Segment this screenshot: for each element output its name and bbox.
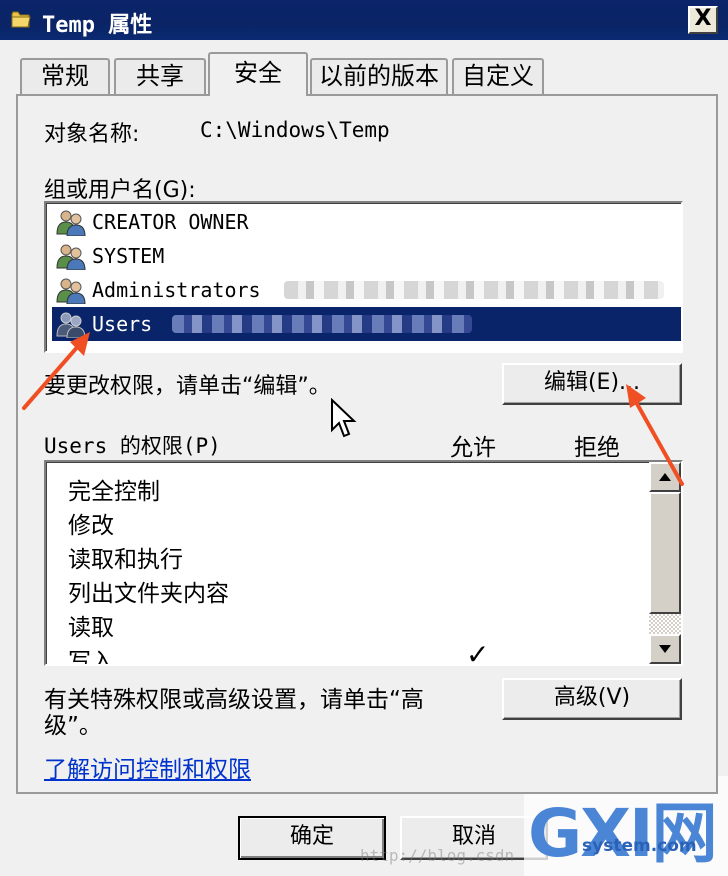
site-url-watermark: system.com bbox=[582, 836, 697, 856]
object-name-value: C:\Windows\Temp bbox=[200, 118, 390, 142]
learn-access-control-link[interactable]: 了解访问控制和权限 bbox=[44, 750, 251, 784]
permission-row: 完全控制 bbox=[68, 479, 160, 505]
user-name: Users bbox=[92, 312, 153, 336]
permission-row: 读取 bbox=[68, 615, 114, 641]
close-button[interactable]: X bbox=[688, 6, 718, 34]
permissions-label: Users 的权限(P) bbox=[44, 434, 221, 458]
url-watermark: http://blog.csdn bbox=[360, 846, 515, 865]
title-bar[interactable]: Temp 属性 X bbox=[0, 0, 728, 40]
tab-customize[interactable]: 自定义 bbox=[452, 58, 544, 94]
list-item[interactable]: Administrators bbox=[52, 273, 681, 307]
allow-header: 允许 bbox=[450, 435, 496, 461]
folder-icon bbox=[11, 11, 31, 28]
tab-security[interactable]: 安全 bbox=[208, 52, 308, 96]
user-name: CREATOR OWNER bbox=[92, 210, 249, 234]
scroll-thumb[interactable] bbox=[649, 492, 681, 614]
list-item[interactable]: SYSTEM bbox=[52, 239, 681, 273]
user-name: SYSTEM bbox=[92, 244, 165, 268]
user-group-icon bbox=[56, 210, 86, 236]
check-mark-icon: ✓ bbox=[466, 638, 490, 666]
redacted-blur bbox=[172, 315, 472, 333]
site-logo-watermark: GXI网 bbox=[528, 795, 718, 872]
user-list[interactable]: CREATOR OWNER SYSTEM Administrators User… bbox=[44, 201, 683, 353]
list-item[interactable]: CREATOR OWNER bbox=[52, 205, 681, 239]
annotation-arrow-icon bbox=[626, 384, 684, 486]
permission-row: 读取和执行 bbox=[68, 547, 183, 573]
mouse-cursor-icon bbox=[331, 398, 357, 438]
scroll-down-button[interactable] bbox=[649, 634, 681, 664]
permission-row: 列出文件夹内容 bbox=[68, 581, 229, 607]
window-title: Temp 属性 bbox=[42, 13, 153, 38]
tab-previous-versions[interactable]: 以前的版本 bbox=[310, 58, 448, 94]
arrow-down-icon bbox=[659, 645, 671, 653]
permission-row: 写入 bbox=[68, 649, 114, 666]
annotation-arrow-icon bbox=[22, 332, 90, 410]
scrollbar[interactable] bbox=[649, 462, 681, 664]
user-group-icon bbox=[56, 244, 86, 270]
groups-label: 组或用户名(G): bbox=[44, 178, 196, 203]
tab-general[interactable]: 常规 bbox=[20, 58, 110, 94]
advanced-hint-line2: 级”。 bbox=[44, 713, 102, 739]
deny-header: 拒绝 bbox=[574, 435, 620, 461]
object-name-label: 对象名称: bbox=[44, 122, 140, 147]
user-name: Administrators bbox=[92, 278, 261, 302]
user-group-icon bbox=[56, 278, 86, 304]
advanced-button[interactable]: 高级(V) bbox=[502, 678, 682, 720]
tab-sharing[interactable]: 共享 bbox=[114, 58, 206, 94]
permissions-list[interactable]: 完全控制 修改 读取和执行 列出文件夹内容 读取 写入 ✓ bbox=[44, 460, 683, 666]
list-item-selected[interactable]: Users bbox=[52, 307, 681, 341]
permission-row: 修改 bbox=[68, 513, 114, 539]
redacted-blur bbox=[284, 281, 664, 299]
